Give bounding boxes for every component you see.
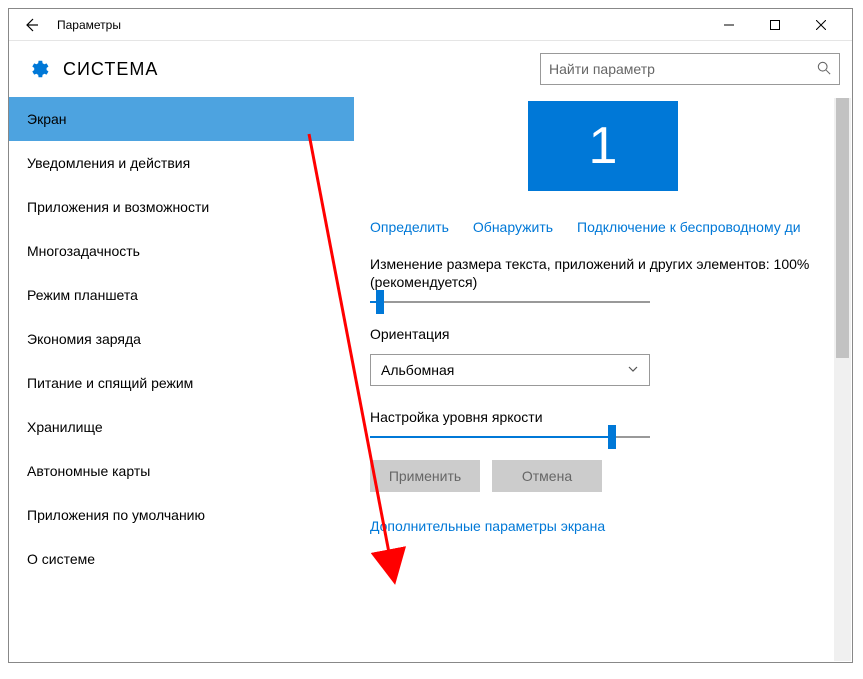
button-row: Применить Отмена [370,460,836,492]
display-links: Определить Обнаружить Подключение к бесп… [370,219,836,235]
cancel-button: Отмена [492,460,602,492]
detect-link[interactable]: Обнаружить [473,219,553,235]
sidebar-item-8[interactable]: Автономные карты [9,449,354,493]
search-input[interactable]: Найти параметр [540,53,840,85]
scale-label: Изменение размера текста, приложений и д… [370,255,836,291]
sidebar-item-10[interactable]: О системе [9,537,354,581]
sidebar-item-9[interactable]: Приложения по умолчанию [9,493,354,537]
apply-button: Применить [370,460,480,492]
sidebar-item-0[interactable]: Экран [9,97,354,141]
app-title: Параметры [57,18,121,32]
content-panel: 1 Определить Обнаружить Подключение к бе… [354,97,852,662]
wireless-link[interactable]: Подключение к беспроводному ди [577,219,801,235]
orientation-value: Альбомная [381,362,627,378]
sidebar-item-6[interactable]: Питание и спящий режим [9,361,354,405]
orientation-select[interactable]: Альбомная [370,354,650,386]
sidebar-item-1[interactable]: Уведомления и действия [9,141,354,185]
sidebar: ЭкранУведомления и действияПриложения и … [9,97,354,662]
sidebar-item-2[interactable]: Приложения и возможности [9,185,354,229]
maximize-button[interactable] [752,9,798,41]
back-button[interactable] [17,11,45,39]
close-button[interactable] [798,9,844,41]
vertical-scrollbar[interactable] [834,98,851,661]
header: СИСТЕМА Найти параметр [9,41,852,97]
sidebar-item-4[interactable]: Режим планшета [9,273,354,317]
section-title: СИСТЕМА [63,59,158,80]
monitor-tile[interactable]: 1 [528,101,678,191]
sidebar-item-3[interactable]: Многозадачность [9,229,354,273]
titlebar: Параметры [9,9,852,41]
search-icon [817,61,831,78]
window-controls [706,9,844,41]
orientation-label: Ориентация [370,325,836,343]
advanced-display-link[interactable]: Дополнительные параметры экрана [370,518,836,534]
settings-window: Параметры СИСТЕМА Найти параметр ЭкранУв… [8,8,853,663]
brightness-slider[interactable] [370,436,836,438]
chevron-down-icon [627,362,639,378]
search-placeholder: Найти параметр [549,61,817,77]
scrollbar-thumb[interactable] [836,98,849,358]
scale-slider[interactable] [370,301,836,303]
sidebar-item-7[interactable]: Хранилище [9,405,354,449]
gear-icon [27,58,49,80]
minimize-button[interactable] [706,9,752,41]
brightness-label: Настройка уровня яркости [370,408,836,426]
main-area: ЭкранУведомления и действияПриложения и … [9,97,852,662]
identify-link[interactable]: Определить [370,219,449,235]
sidebar-item-5[interactable]: Экономия заряда [9,317,354,361]
